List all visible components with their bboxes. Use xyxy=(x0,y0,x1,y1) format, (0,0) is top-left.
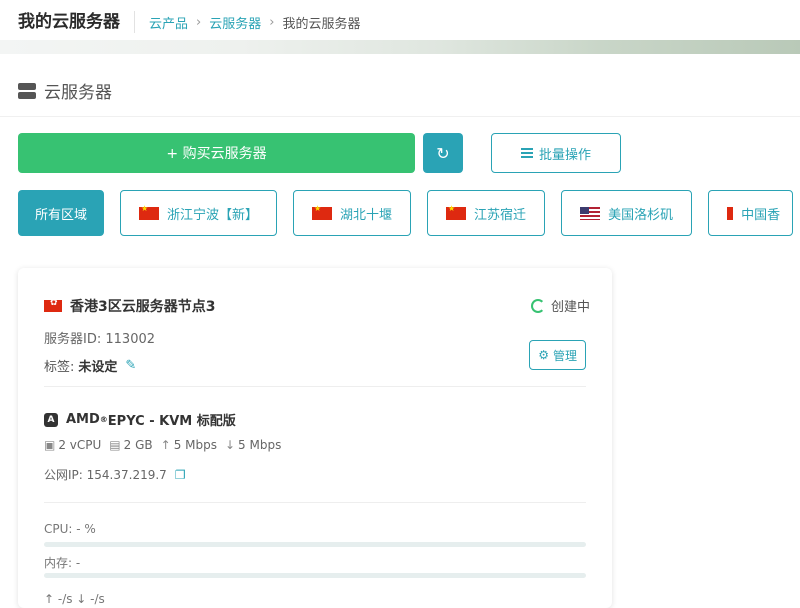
amd-logo-icon: A xyxy=(44,412,58,427)
server-tags: 标签: 未设定 ✎ xyxy=(44,356,136,375)
memory-usage-bar xyxy=(44,573,586,578)
download-icon: ↓ xyxy=(224,438,236,452)
region-filter: 所有区域 浙江宁波【新】 湖北十堰 江苏宿迁 美国洛杉矶 中国香 xyxy=(18,190,800,236)
public-ip: 公网IP: 154.37.219.7 ❐ xyxy=(44,466,186,483)
region-us-los-angeles[interactable]: 美国洛杉矶 xyxy=(561,190,693,236)
list-icon xyxy=(520,146,533,160)
server-card: 香港3区云服务器节点3 创建中 服务器ID: 113002 标签: 未设定 ✎ … xyxy=(18,268,612,608)
batch-operation-button[interactable]: 批量操作 xyxy=(491,133,621,173)
cpu-icon: ▣ xyxy=(44,438,56,452)
breadcrumb-cloud-server[interactable]: 云服务器 xyxy=(209,13,261,32)
usa-flag-icon xyxy=(580,206,601,220)
server-specs: ▣ 2 vCPU ▤ 2 GB ↑ 5 Mbps ↓ 5 Mbps xyxy=(44,438,289,452)
vcpu-value: 2 vCPU xyxy=(58,438,102,452)
breadcrumb-separator: › xyxy=(196,14,202,30)
divider xyxy=(0,116,800,117)
breadcrumb-separator: › xyxy=(269,14,275,30)
ram-value: 2 GB xyxy=(123,438,153,452)
section-title-text: 云服务器 xyxy=(44,83,112,103)
cpu-model-brand: AMD xyxy=(66,412,100,427)
buy-server-button[interactable]: + 购买云服务器 xyxy=(18,133,415,173)
cpu-usage-label: CPU: - % xyxy=(44,522,96,536)
status-text: 创建中 xyxy=(550,300,590,315)
section-title: 云服务器 xyxy=(18,78,112,103)
edit-icon[interactable]: ✎ xyxy=(125,358,136,373)
region-label: 江苏宿迁 xyxy=(474,207,527,223)
gear-icon: ⚙ xyxy=(538,348,549,362)
hong-kong-flag-icon xyxy=(44,298,62,312)
region-hong-kong[interactable]: 中国香 xyxy=(708,190,794,236)
server-name: 香港3区云服务器节点3 xyxy=(44,296,215,316)
server-name-text: 香港3区云服务器节点3 xyxy=(70,299,216,315)
china-flag-icon xyxy=(312,204,333,220)
breadcrumb-current: 我的云服务器 xyxy=(282,16,361,32)
manage-button[interactable]: ⚙ 管理 xyxy=(529,340,586,370)
batch-operation-label: 批量操作 xyxy=(538,147,591,163)
upload-icon: ↑ xyxy=(160,438,171,452)
network-traffic: ↑ -/s ↓ -/s xyxy=(44,592,105,606)
region-label: 所有区域 xyxy=(35,207,88,223)
upload-value: 5 Mbps xyxy=(173,438,217,452)
region-all[interactable]: 所有区域 xyxy=(18,190,105,236)
refresh-icon: ↻ xyxy=(436,143,450,163)
hong-kong-flag-icon xyxy=(727,205,741,220)
breadcrumb: 云产品 › 云服务器 › 我的云服务器 xyxy=(149,13,360,32)
breadcrumb-cloud-products[interactable]: 云产品 xyxy=(149,13,188,32)
server-id: 服务器ID: 113002 xyxy=(44,328,155,347)
region-zhejiang-ningbo[interactable]: 浙江宁波【新】 xyxy=(120,190,278,236)
cpu-model: A AMD ® EPYC - KVM 标配版 xyxy=(44,410,236,429)
memory-usage-label: 内存: - xyxy=(44,556,81,570)
cpu-model-text: EPYC - KVM 标配版 xyxy=(107,414,236,429)
region-label: 浙江宁波【新】 xyxy=(167,207,259,223)
registered-mark: ® xyxy=(99,415,108,424)
region-jiangsu-suqian[interactable]: 江苏宿迁 xyxy=(427,190,546,236)
tags-label: 标签: xyxy=(44,360,75,375)
loading-spinner-icon xyxy=(530,298,545,313)
copy-icon[interactable]: ❐ xyxy=(175,468,186,482)
region-hubei-shiyan[interactable]: 湖北十堰 xyxy=(293,190,412,236)
cpu-usage-bar xyxy=(44,542,586,547)
page-title: 我的云服务器 xyxy=(18,11,135,33)
divider xyxy=(44,386,586,387)
ip-value: 154.37.219.7 xyxy=(86,467,167,482)
server-id-value: 113002 xyxy=(105,332,156,347)
server-id-label: 服务器ID: xyxy=(44,332,102,347)
refresh-button[interactable]: ↻ xyxy=(423,133,463,173)
status-badge: 创建中 xyxy=(530,296,590,315)
top-header: 我的云服务器 云产品 › 云服务器 › 我的云服务器 xyxy=(0,0,800,54)
memory-icon: ▤ xyxy=(109,438,121,452)
region-label: 中国香 xyxy=(741,207,781,223)
header-banner-strip xyxy=(0,40,800,54)
server-icon xyxy=(18,82,36,99)
china-flag-icon xyxy=(446,204,467,220)
manage-label: 管理 xyxy=(552,348,577,363)
tags-value: 未设定 xyxy=(78,360,118,375)
china-flag-icon xyxy=(139,204,160,220)
download-value: 5 Mbps xyxy=(238,438,282,452)
region-label: 美国洛杉矶 xyxy=(608,207,674,223)
region-label: 湖北十堰 xyxy=(340,207,393,223)
divider xyxy=(44,502,586,503)
ip-label: 公网IP: xyxy=(44,468,83,482)
